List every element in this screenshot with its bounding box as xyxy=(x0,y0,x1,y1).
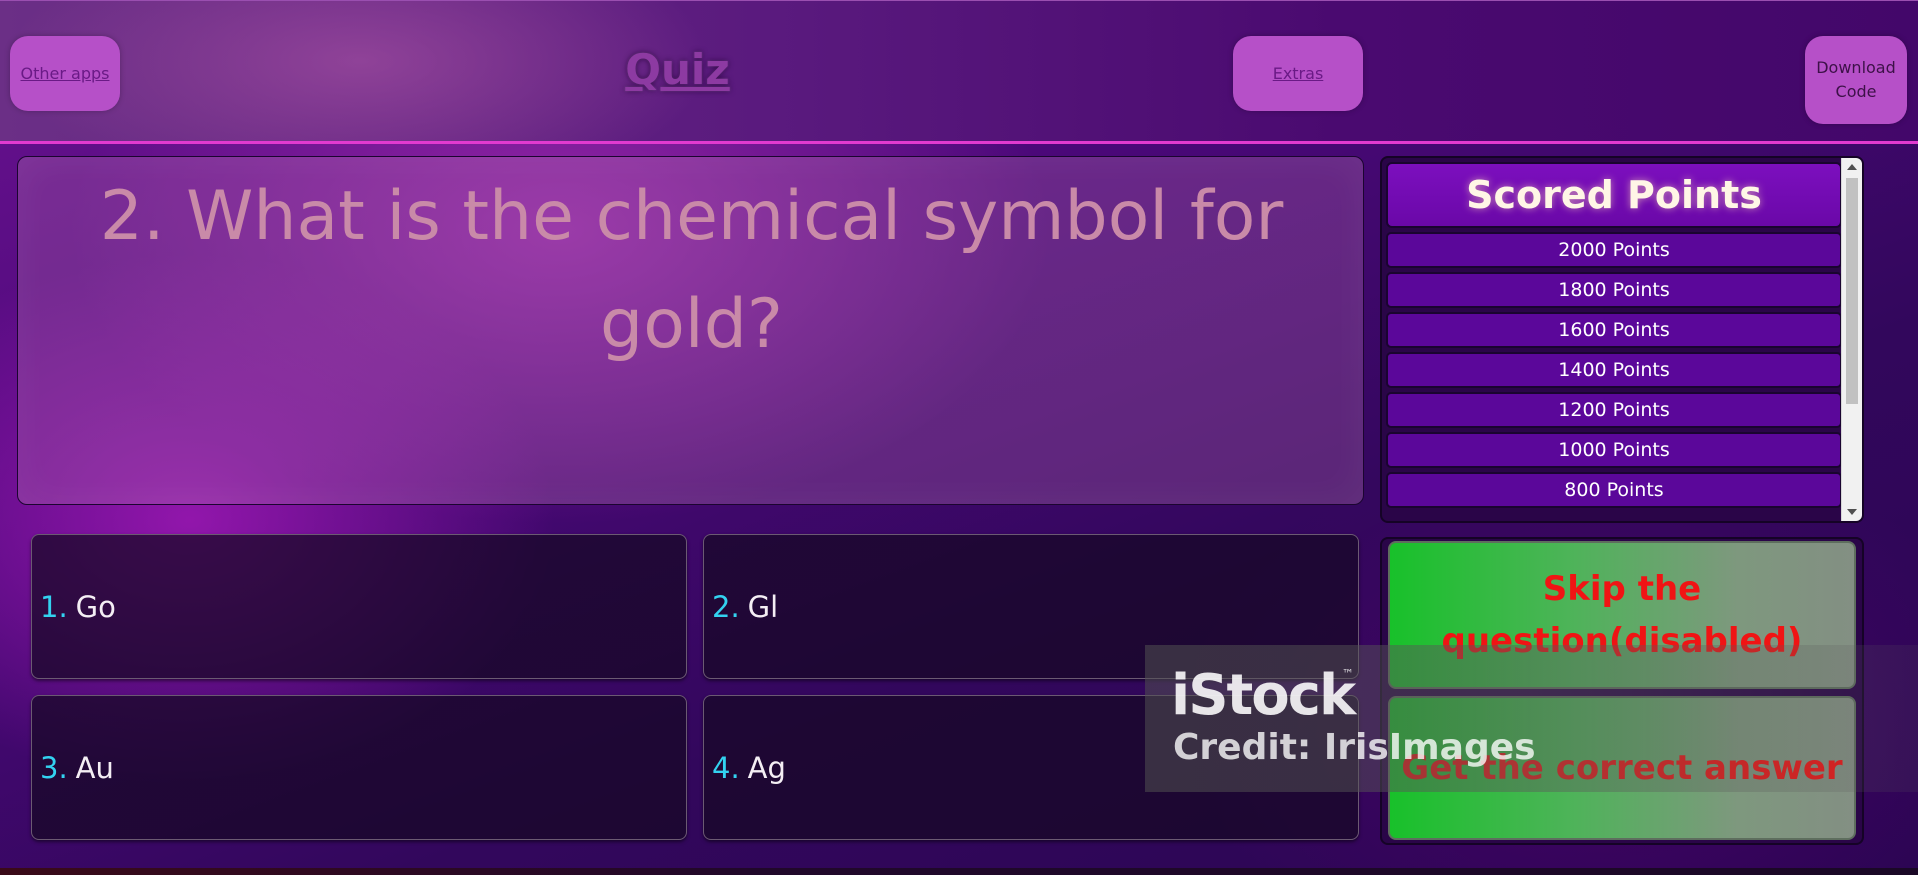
scored-points-list: Scored Points 2000 Points 1800 Points 16… xyxy=(1386,162,1842,512)
download-code-button[interactable]: Download Code xyxy=(1805,36,1907,124)
answer-option-2[interactable]: 2. Gl xyxy=(703,534,1359,679)
score-level-row: 1600 Points xyxy=(1386,312,1842,348)
score-level-row: 1400 Points xyxy=(1386,352,1842,388)
answer-option-3[interactable]: 3. Au xyxy=(31,695,687,840)
download-code-label-line1: Download xyxy=(1816,58,1896,77)
score-scrollbar[interactable] xyxy=(1841,158,1862,521)
download-code-label-line2: Code xyxy=(1835,82,1877,101)
scored-points-panel[interactable]: Scored Points 2000 Points 1800 Points 16… xyxy=(1380,156,1864,523)
score-level-row: 1000 Points xyxy=(1386,432,1842,468)
score-level-row: 1200 Points xyxy=(1386,392,1842,428)
page-title: Quiz xyxy=(625,45,730,94)
answer-text: Gl xyxy=(747,589,779,624)
question-text: 2. What is the chemical symbol for gold? xyxy=(99,177,1284,364)
answer-number: 3. xyxy=(40,750,68,785)
skip-question-button[interactable]: Skip the question(disabled) xyxy=(1388,541,1856,689)
answer-option-1[interactable]: 1. Go xyxy=(31,534,687,679)
app-header: Other apps Quiz Extras Download Code xyxy=(0,0,1918,144)
answer-number: 1. xyxy=(40,589,68,624)
scrollbar-thumb[interactable] xyxy=(1846,178,1858,404)
answer-text: Ag xyxy=(747,750,786,785)
answer-number: 2. xyxy=(712,589,740,624)
score-level-row: 1800 Points xyxy=(1386,272,1842,308)
other-apps-label[interactable]: Other apps xyxy=(21,64,110,83)
bottom-edge xyxy=(0,868,1918,875)
chevron-up-icon[interactable] xyxy=(1847,164,1857,170)
get-correct-answer-button[interactable]: Get the correct answer xyxy=(1388,696,1856,840)
answer-option-4[interactable]: 4. Ag xyxy=(703,695,1359,840)
score-level-row: 2000 Points xyxy=(1386,232,1842,268)
lifeline-panel: Skip the question(disabled) Get the corr… xyxy=(1380,537,1864,845)
extras-label[interactable]: Extras xyxy=(1273,64,1324,83)
answer-number: 4. xyxy=(712,750,740,785)
extras-button[interactable]: Extras xyxy=(1233,36,1363,111)
scored-points-title: Scored Points xyxy=(1386,162,1842,228)
chevron-down-icon[interactable] xyxy=(1847,509,1857,515)
download-code-label: Download Code xyxy=(1816,56,1896,104)
score-level-row: 800 Points xyxy=(1386,472,1842,508)
question-panel: 2. What is the chemical symbol for gold? xyxy=(17,156,1364,505)
answer-text: Au xyxy=(75,750,114,785)
other-apps-button[interactable]: Other apps xyxy=(10,36,120,111)
answer-text: Go xyxy=(75,589,116,624)
